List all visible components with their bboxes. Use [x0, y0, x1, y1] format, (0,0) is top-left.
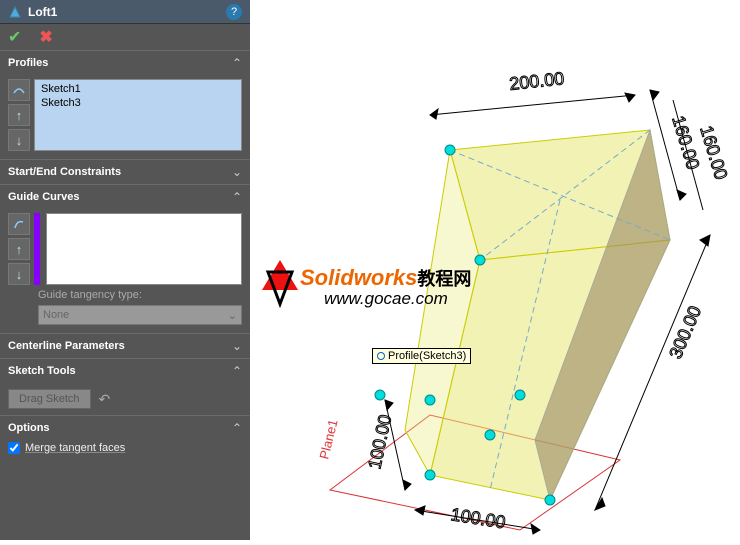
- undo-icon[interactable]: ↶: [99, 391, 111, 408]
- loft-feature-icon: [8, 5, 22, 19]
- drag-sketch-button[interactable]: Drag Sketch: [8, 389, 91, 409]
- svg-text:300.00: 300.00: [665, 303, 705, 361]
- expand-icon: ⌄: [232, 339, 242, 353]
- move-up-icon[interactable]: ↑: [8, 238, 30, 260]
- collapse-icon: ⌃: [232, 56, 242, 70]
- expand-icon: ⌄: [232, 165, 242, 179]
- profiles-selector-icon[interactable]: [8, 79, 30, 101]
- profiles-section: Profiles ⌃ ↑ ↓ Sketch1 Sketch3: [0, 50, 250, 159]
- list-item[interactable]: Sketch3: [37, 96, 239, 110]
- svg-text:100.00: 100.00: [364, 413, 395, 471]
- merge-tangent-label: Merge tangent faces: [25, 442, 125, 454]
- cancel-icon[interactable]: ✖: [39, 27, 52, 47]
- svg-text:160.00: 160.00: [696, 123, 731, 182]
- chevron-down-icon: ⌄: [228, 309, 237, 322]
- centerline-header[interactable]: Centerline Parameters ⌄: [0, 334, 250, 358]
- feature-header: Loft1 ?: [0, 0, 250, 24]
- options-header[interactable]: Options ⌃: [0, 416, 250, 440]
- move-up-icon[interactable]: ↑: [8, 104, 30, 126]
- centerline-section: Centerline Parameters ⌄: [0, 333, 250, 358]
- guide-curves-header[interactable]: Guide Curves ⌃: [0, 185, 250, 209]
- move-down-icon[interactable]: ↓: [8, 263, 30, 285]
- sketch-tools-section: Sketch Tools ⌃ Drag Sketch ↶: [0, 358, 250, 415]
- tangency-type-dropdown[interactable]: None ⌄: [38, 305, 242, 325]
- profile-tooltip: Profile(Sketch3): [372, 348, 471, 364]
- feature-title: Loft1: [28, 5, 226, 19]
- guide-curves-section: Guide Curves ⌃ ↑ ↓ Guide tangency type: …: [0, 184, 250, 333]
- constraints-section: Start/End Constraints ⌄: [0, 159, 250, 184]
- watermark-logo: [258, 258, 302, 308]
- plane-label: Plane1: [316, 418, 340, 461]
- options-section: Options ⌃ Merge tangent faces: [0, 415, 250, 456]
- profile-marker-icon: [377, 352, 385, 360]
- constraints-header[interactable]: Start/End Constraints ⌄: [0, 160, 250, 184]
- collapse-icon: ⌃: [232, 364, 242, 378]
- profiles-header[interactable]: Profiles ⌃: [0, 51, 250, 75]
- help-icon[interactable]: ?: [226, 4, 242, 20]
- loft-preview: Plane1 200.00 160.00 160.00 300.00 100.0…: [250, 0, 740, 540]
- guide-selector-icon[interactable]: [8, 213, 30, 235]
- profiles-listbox[interactable]: Sketch1 Sketch3: [34, 79, 242, 151]
- svg-text:160.00: 160.00: [668, 113, 703, 172]
- sketch-tools-header[interactable]: Sketch Tools ⌃: [0, 359, 250, 383]
- property-manager-panel: Loft1 ? ✔ ✖ Profiles ⌃ ↑ ↓ Sketch1 Sketc…: [0, 0, 250, 540]
- guide-curves-listbox[interactable]: [46, 213, 242, 285]
- confirm-row: ✔ ✖: [0, 24, 250, 50]
- ok-icon[interactable]: ✔: [8, 27, 21, 47]
- 3d-viewport[interactable]: Plane1 200.00 160.00 160.00 300.00 100.0…: [250, 0, 740, 540]
- merge-tangent-checkbox[interactable]: [8, 442, 20, 454]
- collapse-icon: ⌃: [232, 190, 242, 204]
- loft-body: [405, 130, 670, 500]
- list-item[interactable]: Sketch1: [37, 82, 239, 96]
- svg-text:200.00: 200.00: [508, 68, 565, 94]
- move-down-icon[interactable]: ↓: [8, 129, 30, 151]
- guide-color-marker: [34, 213, 40, 285]
- collapse-icon: ⌃: [232, 421, 242, 435]
- tangency-type-label: Guide tangency type:: [38, 289, 242, 301]
- svg-text:100.00: 100.00: [449, 504, 507, 532]
